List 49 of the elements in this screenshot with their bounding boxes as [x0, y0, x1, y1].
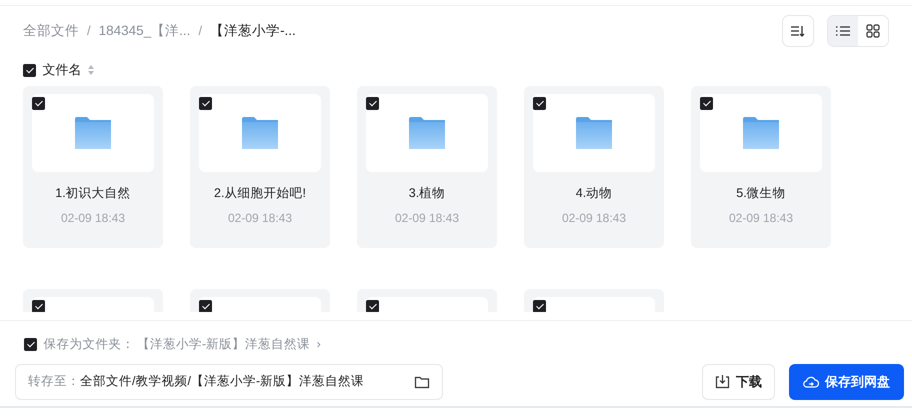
breadcrumb-separator: /: [87, 22, 91, 40]
checkbox[interactable]: [533, 300, 546, 312]
file-name: 5.微生物: [735, 185, 787, 202]
checkbox[interactable]: [32, 300, 45, 312]
column-header[interactable]: 文件名: [42, 60, 82, 80]
checkbox[interactable]: [199, 97, 212, 110]
checkbox[interactable]: [366, 300, 379, 312]
folder-icon: [242, 117, 278, 149]
file-time: 02-09 18:43: [60, 210, 126, 227]
checkbox[interactable]: [24, 338, 37, 350]
sort-icon: [790, 24, 806, 38]
checkbox[interactable]: [366, 97, 379, 110]
file-time: 02-09 18:43: [560, 210, 628, 227]
file-name: 1.初识大自然: [54, 185, 132, 202]
cloud-icon: [803, 374, 819, 388]
file-name: 3.植物: [408, 185, 446, 202]
grid-icon: [866, 24, 880, 38]
folder-icon: [743, 117, 779, 149]
checkbox[interactable]: [32, 97, 45, 110]
file-card[interactable]: 3.植物 02-09 18:43: [357, 86, 497, 248]
destination-field[interactable]: 转存至：全部文件/教学视频/【洋葱小学-新版】洋葱自然课: [15, 364, 443, 400]
folder-icon[interactable]: [414, 374, 430, 388]
checkbox[interactable]: [199, 300, 212, 312]
file-card[interactable]: 1.初识大自然 02-09 18:43: [23, 86, 163, 248]
list-icon: [835, 25, 851, 37]
download-icon: [715, 374, 730, 389]
file-card[interactable]: 4.动物 02-09 18:43: [524, 86, 664, 248]
download-button[interactable]: 下载: [702, 364, 775, 400]
file-time: 02-09 18:43: [728, 210, 794, 227]
sort-button[interactable]: [782, 15, 814, 47]
save-as-folder-label: 保存为文件夹：: [44, 336, 134, 353]
file-name: 2.从细胞开始吧!: [213, 185, 307, 202]
checkbox[interactable]: [23, 64, 36, 76]
file-name: 4.动物: [574, 185, 614, 202]
breadcrumb-link[interactable]: 【洋葱小学-...: [210, 20, 296, 42]
file-time: 02-09 18:43: [394, 210, 460, 227]
file-time: 02-09 18:43: [226, 210, 294, 227]
breadcrumb-separator: /: [198, 22, 202, 40]
folder-icon: [409, 117, 445, 149]
folder-icon: [576, 117, 612, 149]
folder-icon: [75, 117, 111, 149]
view-toggle[interactable]: [828, 16, 858, 46]
checkbox[interactable]: [533, 97, 546, 110]
file-card[interactable]: 5.微生物 02-09 18:43: [691, 86, 831, 248]
checkbox[interactable]: [700, 97, 713, 110]
file-card[interactable]: 2.从细胞开始吧! 02-09 18:43: [190, 86, 330, 248]
save-to-cloud-button[interactable]: 保存到网盘: [789, 364, 904, 400]
destination-path: 全部文件/教学视频/【洋葱小学-新版】洋葱自然课: [80, 374, 364, 388]
destination-label: 转存至：: [28, 374, 80, 388]
